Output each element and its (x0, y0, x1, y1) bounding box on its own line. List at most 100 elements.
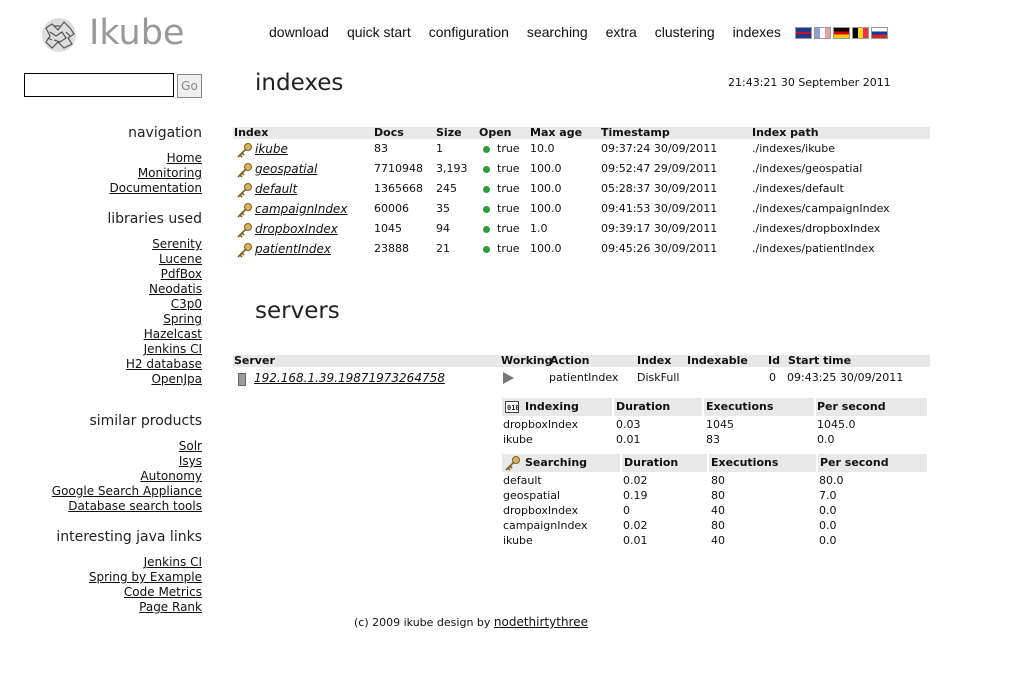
sidebar-link-google-search-appliance[interactable]: Google Search Appliance (52, 484, 202, 499)
index-size: 94 (436, 222, 450, 235)
play-icon[interactable] (503, 372, 514, 384)
index-open: true (497, 242, 520, 255)
col-index-path: Index path (752, 126, 819, 139)
search-input[interactable] (24, 73, 174, 97)
sidebar-link-jenkins-ci-2[interactable]: Jenkins CI (56, 555, 202, 570)
sidebar-link-h2-database[interactable]: H2 database (107, 357, 202, 372)
searching-row: dropboxIndex 0 40 0.0 (502, 503, 927, 518)
nav-searching[interactable]: searching (527, 24, 588, 40)
key-icon (237, 223, 252, 238)
col-indexing-per-second: Per second (817, 400, 886, 413)
index-docs: 60006 (374, 202, 409, 215)
server-start-time: 09:43:25 30/09/2011 (787, 371, 904, 384)
sidebar-link-code-metrics[interactable]: Code Metrics (56, 585, 202, 600)
key-icon (237, 163, 252, 178)
nav-clustering[interactable]: clustering (655, 24, 715, 40)
index-maxage: 10.0 (530, 142, 555, 155)
brand-name[interactable]: Ikube (89, 13, 184, 53)
sidebar-link-serenity[interactable]: Serenity (107, 237, 202, 252)
searching-cell: 80 (711, 489, 725, 502)
sidebar-link-spring-by-example[interactable]: Spring by Example (56, 570, 202, 585)
index-name-link[interactable]: patientIndex (255, 242, 331, 256)
sidebar-link-spring[interactable]: Spring (107, 312, 202, 327)
index-ts: 09:45:26 30/09/2011 (601, 242, 718, 255)
uk-flag-icon[interactable] (795, 27, 812, 39)
indexing-row: dropboxIndex 0.03 1045 1045.0 (502, 417, 927, 432)
server-row: 192.168.1.39.19871973264758 patientIndex… (233, 369, 930, 387)
index-ts: 09:41:53 30/09/2011 (601, 202, 718, 215)
index-open: true (497, 182, 520, 195)
indexing-cell: 83 (706, 433, 720, 446)
nav-quick-start[interactable]: quick start (347, 24, 411, 40)
col-action: Action (550, 354, 590, 367)
nav-extra[interactable]: extra (606, 24, 637, 40)
sidebar-link-page-rank[interactable]: Page Rank (56, 600, 202, 615)
sidebar-link-jenkins-ci[interactable]: Jenkins CI (107, 342, 202, 357)
server-link[interactable]: 192.168.1.39.19871973264758 (254, 371, 445, 385)
sidebar-link-openjpa[interactable]: OpenJpa (107, 372, 202, 387)
searching-cell: 80.0 (819, 474, 844, 487)
sidebar-link-documentation[interactable]: Documentation (109, 181, 202, 196)
index-path: ./indexes/campaignIndex (752, 202, 890, 215)
searching-row: campaignIndex 0.02 80 0.0 (502, 518, 927, 533)
indexing-cell: 0.03 (616, 418, 641, 431)
sidebar-link-monitoring[interactable]: Monitoring (109, 166, 202, 181)
sidebar-similar-products: similar products Solr Isys Autonomy Goog… (52, 413, 202, 514)
nav-configuration[interactable]: configuration (429, 24, 509, 40)
status-dot-icon (483, 145, 490, 153)
col-index: Index (234, 126, 269, 139)
search-go-button[interactable]: Go (177, 74, 202, 98)
language-flags (795, 27, 888, 39)
index-row: patientIndex 23888 21 true 100.0 09:45:26 30/… (233, 240, 930, 258)
sidebar-heading-java: interesting java links (56, 529, 202, 545)
index-path: ./indexes/geospatial (752, 162, 863, 175)
sidebar-link-hazelcast[interactable]: Hazelcast (107, 327, 202, 342)
index-name-link[interactable]: geospatial (255, 162, 317, 176)
index-open: true (497, 142, 520, 155)
searching-row: geospatial 0.19 80 7.0 (502, 488, 927, 503)
index-name-link[interactable]: campaignIndex (255, 202, 347, 216)
footer-link-designer[interactable]: nodethirtythree (494, 615, 588, 629)
indexing-cell: 1045 (706, 418, 734, 431)
col-searching-duration: Duration (624, 456, 679, 469)
sidebar-link-lucene[interactable]: Lucene (107, 252, 202, 267)
index-name-link[interactable]: default (255, 182, 297, 196)
sidebar-link-autonomy[interactable]: Autonomy (52, 469, 202, 484)
france-flag-icon[interactable] (814, 27, 831, 39)
index-path: ./indexes/default (752, 182, 844, 195)
searching-cell: 0.0 (819, 504, 837, 517)
servers-heading: servers (255, 298, 340, 324)
indexing-row: ikube 0.01 83 0.0 (502, 432, 927, 447)
nav-indexes[interactable]: indexes (733, 24, 781, 40)
key-icon (505, 456, 520, 471)
server-id: 0 (769, 371, 776, 384)
index-name-link[interactable]: dropboxIndex (255, 222, 338, 236)
col-start-time: Start time (788, 354, 852, 367)
sidebar-link-database-search-tools[interactable]: Database search tools (52, 499, 202, 514)
col-timestamp: Timestamp (601, 126, 670, 139)
col-server: Server (234, 354, 275, 367)
col-indexing: Indexing (525, 400, 579, 413)
index-size: 21 (436, 242, 450, 255)
nav-download[interactable]: download (269, 24, 329, 40)
key-icon (237, 243, 252, 258)
germany-flag-icon[interactable] (833, 27, 850, 39)
sidebar-link-isys[interactable]: Isys (52, 454, 202, 469)
index-ts: 09:52:47 29/09/2011 (601, 162, 718, 175)
sidebar-link-home[interactable]: Home (109, 151, 202, 166)
belgium-flag-icon[interactable] (852, 27, 869, 39)
status-dot-icon (483, 225, 490, 233)
sidebar-link-pdfbox[interactable]: PdfBox (107, 267, 202, 282)
sidebar-link-solr[interactable]: Solr (52, 439, 202, 454)
index-row: default 1365668 245 true 100.0 05:28:37 30/09… (233, 180, 930, 198)
index-size: 3,193 (436, 162, 468, 175)
russia-flag-icon[interactable] (871, 27, 888, 39)
sidebar-heading-similar: similar products (89, 413, 202, 429)
index-name-link[interactable]: ikube (255, 142, 288, 156)
svg-text:010: 010 (507, 404, 519, 412)
indexing-cell: dropboxIndex (503, 418, 579, 431)
searching-cell: 0.0 (819, 534, 837, 547)
sidebar-link-c3p0[interactable]: C3p0 (107, 297, 202, 312)
searching-cell: 0.02 (623, 519, 648, 532)
sidebar-link-neodatis[interactable]: Neodatis (107, 282, 202, 297)
